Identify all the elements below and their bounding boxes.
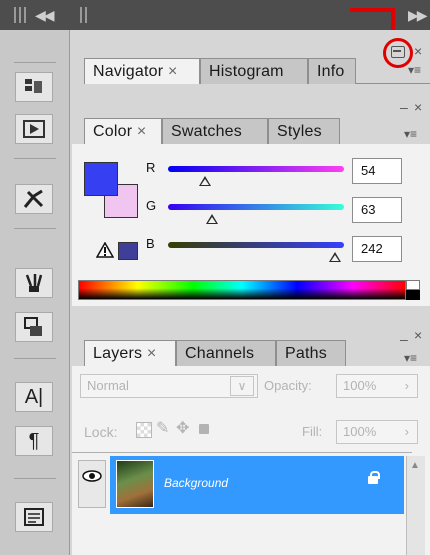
lock-paint-icon[interactable]: ✎ [156, 418, 169, 438]
dock-grip [24, 7, 26, 23]
panel-menu-icon[interactable]: ▾≡ [404, 352, 417, 364]
tab-paths[interactable]: Paths [276, 340, 346, 366]
r-label: R [146, 160, 156, 175]
out-of-gamut-warning-icon[interactable] [96, 242, 114, 258]
expand-arrows-icon[interactable]: ▶▶ [408, 7, 427, 24]
tool-presets-icon[interactable] [15, 184, 53, 214]
chevron-down-icon[interactable]: ∨ [230, 376, 254, 396]
notes-icon[interactable] [15, 502, 53, 532]
fill-field[interactable]: 100% › [336, 420, 418, 444]
r-slider[interactable] [168, 166, 344, 172]
lock-all-icon[interactable] [199, 424, 209, 434]
brushes-icon[interactable] [15, 268, 53, 298]
tab-layers[interactable]: Layers × [84, 340, 176, 366]
black-swatch[interactable] [406, 290, 420, 300]
eye-icon[interactable] [82, 470, 102, 482]
paragraph-icon[interactable]: ¶ [15, 426, 53, 456]
history-tool-icon[interactable] [15, 72, 53, 102]
dock-separator [14, 158, 56, 159]
g-label: G [146, 198, 157, 213]
g-slider-handle[interactable] [206, 214, 218, 224]
layer-thumbnail [116, 460, 154, 508]
minimize-icon[interactable]: – [400, 332, 408, 346]
r-value-field[interactable]: 54 [352, 158, 402, 184]
g-slider[interactable] [168, 204, 344, 210]
tab-styles[interactable]: Styles [268, 118, 340, 144]
clone-source-icon[interactable] [15, 312, 53, 342]
minimize-icon[interactable]: – [400, 100, 408, 114]
layer-lock-shackle [370, 471, 380, 479]
collapse-arrows-icon[interactable]: ◀◀ [35, 7, 54, 24]
panel-grip[interactable] [80, 7, 82, 23]
tab-navigator[interactable]: Navigator × [84, 58, 200, 84]
close-panel-icon[interactable]: × [414, 44, 422, 58]
tab-color[interactable]: Color × [84, 118, 162, 144]
fill-label: Fill: [302, 424, 323, 439]
b-value-field[interactable]: 242 [352, 236, 402, 262]
white-swatch[interactable] [406, 280, 420, 290]
layer-name[interactable]: Background [164, 476, 228, 490]
b-label: B [146, 236, 155, 251]
dock-separator [14, 62, 56, 63]
divider [72, 452, 412, 453]
panel-menu-icon[interactable]: ▾≡ [408, 64, 421, 76]
character-icon[interactable]: A| [15, 382, 53, 412]
lock-label: Lock: [84, 424, 118, 440]
actions-play-icon[interactable] [15, 114, 53, 144]
r-slider-handle[interactable] [198, 176, 211, 186]
panel-grip [85, 7, 87, 23]
tab-histogram[interactable]: Histogram [200, 58, 308, 84]
gamut-color-swatch[interactable] [118, 242, 138, 260]
color-spectrum-ramp[interactable] [78, 280, 406, 300]
dock-separator [14, 228, 56, 229]
dock-grip[interactable] [14, 7, 16, 23]
layer-row-background[interactable] [110, 456, 404, 514]
tab-info[interactable]: Info [308, 58, 356, 84]
scroll-up-icon[interactable]: ▲ [410, 460, 420, 471]
b-slider[interactable] [168, 242, 344, 248]
lock-transparent-icon[interactable] [136, 422, 152, 438]
dock-grip [19, 7, 21, 23]
tab-channels[interactable]: Channels [176, 340, 276, 366]
dock-separator [14, 478, 56, 479]
g-value-field[interactable]: 63 [352, 197, 402, 223]
tab-swatches[interactable]: Swatches [162, 118, 268, 144]
panel-menu-icon[interactable]: ▾≡ [404, 128, 417, 140]
visibility-toggle[interactable] [78, 460, 106, 508]
lock-move-icon[interactable]: ✥ [176, 418, 189, 438]
opacity-field[interactable]: 100% › [336, 374, 418, 398]
foreground-color-swatch[interactable] [84, 162, 118, 196]
close-panel-icon[interactable]: × [414, 328, 422, 342]
close-panel-icon[interactable]: × [414, 100, 422, 114]
tabbar-line [356, 83, 430, 84]
dock-separator [14, 358, 56, 359]
opacity-label: Opacity: [264, 378, 312, 393]
b-slider-handle[interactable] [329, 252, 342, 262]
